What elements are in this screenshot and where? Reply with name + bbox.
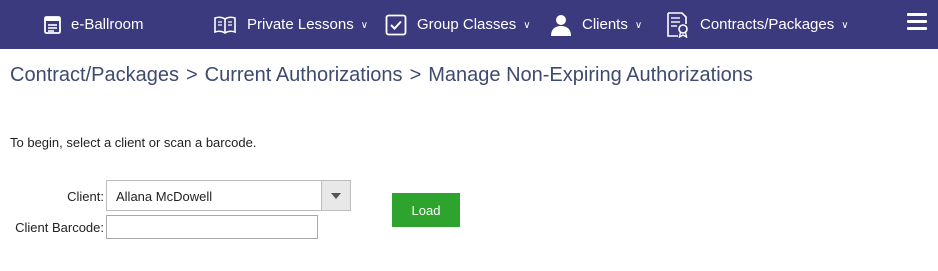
breadcrumb: Contract/Packages > Current Authorizations… bbox=[10, 64, 753, 87]
chevron-down-icon: ∨ bbox=[523, 20, 531, 31]
nav-private-lessons-label: Private Lessons bbox=[247, 16, 354, 33]
menu-bar bbox=[907, 27, 927, 30]
nav-brand-label: e-Ballroom bbox=[71, 16, 144, 33]
breadcrumb-current: Manage Non-Expiring Authorizations bbox=[428, 64, 753, 86]
nav-clients[interactable]: Clients ∨ bbox=[550, 0, 642, 49]
client-barcode-input[interactable] bbox=[106, 215, 318, 239]
certificate-icon bbox=[666, 11, 690, 38]
client-label: Client: bbox=[67, 189, 104, 204]
client-select-value: Allana McDowell bbox=[116, 189, 213, 204]
caret-down-icon bbox=[331, 192, 341, 199]
chevron-down-icon: ∨ bbox=[360, 20, 369, 31]
hamburger-menu-icon[interactable] bbox=[907, 13, 927, 33]
checkbox-icon bbox=[385, 14, 407, 36]
breadcrumb-item[interactable]: Current Authorizations bbox=[205, 64, 403, 86]
menu-bar bbox=[907, 20, 927, 23]
nav-brand[interactable]: e-Ballroom bbox=[44, 0, 144, 49]
user-icon bbox=[550, 14, 572, 36]
dropdown-button[interactable] bbox=[321, 181, 350, 210]
top-navbar: e-Ballroom Private Lessons ∨ Group Class… bbox=[0, 0, 938, 49]
nav-group-classes[interactable]: Group Classes ∨ bbox=[385, 0, 531, 49]
book-icon bbox=[213, 15, 237, 34]
nav-contracts-packages-label: Contracts/Packages bbox=[700, 16, 835, 33]
nav-group-classes-label: Group Classes bbox=[417, 16, 517, 33]
client-barcode-label: Client Barcode: bbox=[15, 220, 104, 235]
breadcrumb-item[interactable]: Contract/Packages bbox=[10, 64, 179, 86]
chevron-down-icon: ∨ bbox=[634, 20, 643, 31]
menu-bar bbox=[907, 13, 927, 16]
client-select[interactable]: Allana McDowell bbox=[106, 180, 351, 211]
breadcrumb-separator: > bbox=[185, 64, 198, 86]
nav-contracts-packages[interactable]: Contracts/Packages ∨ bbox=[666, 0, 849, 49]
nav-private-lessons[interactable]: Private Lessons ∨ bbox=[213, 0, 368, 49]
calendar-list-icon bbox=[44, 15, 61, 34]
breadcrumb-separator: > bbox=[409, 64, 422, 86]
chevron-down-icon: ∨ bbox=[841, 20, 849, 31]
instructions-text: To begin, select a client or scan a barc… bbox=[10, 135, 257, 150]
load-button[interactable]: Load bbox=[392, 193, 460, 227]
nav-clients-label: Clients bbox=[582, 16, 628, 33]
